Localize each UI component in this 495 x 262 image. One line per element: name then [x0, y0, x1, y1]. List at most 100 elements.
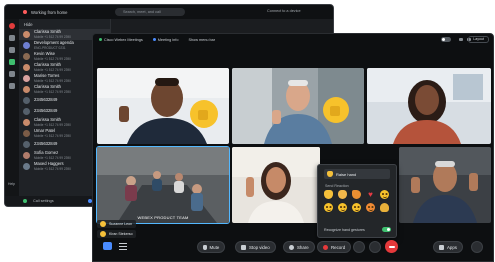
tile-4-illustration	[97, 147, 229, 223]
video-tile-older-man[interactable]	[232, 68, 364, 144]
avatar	[23, 42, 30, 49]
app-name: Cisco Webex Meetings	[104, 37, 143, 42]
contact-subtitle: Mobile +1 512 74 99 2390	[34, 133, 71, 138]
video-tile-conference-room[interactable]: WEBEX PRODUCT TEAM	[96, 146, 230, 224]
app-name-item: Cisco Webex Meetings	[99, 38, 143, 42]
tile-3-illustration	[367, 68, 491, 144]
share-label: Share	[297, 244, 309, 250]
party-icon[interactable]	[352, 190, 361, 199]
notification-icon[interactable]	[9, 23, 15, 29]
reaction-grid: ♥	[324, 190, 391, 212]
send-reaction-title: Send Reaction	[325, 184, 349, 188]
avatar	[23, 64, 30, 71]
list-header: Hide	[19, 19, 110, 29]
reactions-button[interactable]	[353, 241, 365, 253]
feed-name: Suzanne Leon	[109, 222, 133, 226]
contact-text: 2345632849	[34, 109, 57, 114]
teams-icon[interactable]	[9, 47, 15, 53]
tile-1-illustration	[97, 68, 229, 144]
layout-button[interactable]: Layout	[468, 36, 489, 43]
call-settings-link[interactable]: Call settings	[33, 199, 54, 203]
contact-text: Kevin Wise Mobile +1 512 74 99 2390	[34, 51, 71, 61]
share-button[interactable]: Share	[283, 241, 315, 253]
contact-text: Marise Torres Mobile +1 512 74 99 2390	[34, 73, 71, 83]
apps-button[interactable]: Apps	[433, 241, 464, 253]
wow-icon[interactable]	[324, 203, 333, 212]
avatar	[23, 97, 30, 104]
calling-icon[interactable]	[9, 59, 15, 65]
nav-rail: Help	[5, 19, 19, 206]
reactions-popover: Raise hand Send Reaction ♥ Recognize han…	[317, 164, 397, 238]
mute-button[interactable]: Mute	[197, 241, 226, 253]
show-menu-bar-button[interactable]: Show menu bar	[188, 38, 215, 42]
heart-icon[interactable]: ♥	[366, 190, 375, 199]
video-tile-smiling-woman[interactable]	[367, 68, 491, 144]
contact-name: 2345632849	[34, 97, 58, 103]
call-settings-icon	[23, 199, 27, 203]
meetings-icon[interactable]	[9, 71, 15, 77]
end-call-button[interactable]	[385, 240, 398, 253]
overflow-button[interactable]	[471, 241, 483, 253]
help-label[interactable]: Help	[8, 182, 15, 186]
contact-text: Clarissa Smith Mobile +1 512 74 99 2390	[34, 117, 71, 127]
record-label: Record	[331, 244, 346, 250]
contact-text: Clarissa Smith Mobile +1 512 74 99 2390	[34, 62, 71, 72]
contact-text: 2345632849	[34, 98, 57, 103]
mute-label: Mute	[209, 244, 220, 250]
apps-label: Apps	[447, 244, 458, 250]
messaging-icon[interactable]	[9, 35, 15, 41]
status-dot-icon	[23, 10, 27, 14]
feed-item: Suzanne Leon	[97, 220, 136, 228]
thumbs-up-icon[interactable]	[324, 190, 333, 199]
webex-logo-icon	[99, 38, 102, 41]
smile-icon[interactable]	[380, 190, 389, 199]
toggle-switch[interactable]	[441, 37, 451, 42]
stop-video-button[interactable]: Stop video	[235, 241, 276, 253]
tile-6-illustration	[399, 147, 491, 223]
connect-device-button[interactable]: Connect to a device	[267, 9, 301, 13]
video-tile-woman-waving[interactable]	[232, 147, 320, 223]
tile-2-illustration	[232, 68, 364, 144]
chat-icon[interactable]	[103, 242, 112, 250]
contact-subtitle: Mobile +1 512 74 99 2390	[34, 122, 71, 127]
record-button[interactable]: Record	[317, 241, 352, 253]
search-input[interactable]: Search, meet, and call	[115, 8, 185, 16]
meeting-info-label: Meeting info	[157, 37, 179, 42]
meeting-window: Cisco Webex Meetings Meeting info Show m…	[92, 33, 494, 262]
contact-text: Sofia Gomez Mobile +1 512 74 99 2390	[34, 150, 71, 160]
tile-5-illustration	[232, 147, 320, 223]
contact-subtitle: Mobile +1 512 74 99 2390	[34, 155, 71, 160]
participants-icon[interactable]	[119, 243, 127, 250]
meeting-titlebar: Cisco Webex Meetings Meeting info Show m…	[93, 34, 493, 45]
angry-icon[interactable]	[366, 203, 375, 212]
list-header-label[interactable]: Hide	[24, 22, 33, 27]
thumbs-down-icon[interactable]	[380, 203, 389, 212]
video-tile-thumbs-up-man[interactable]	[97, 68, 229, 144]
status-text[interactable]: Working from home	[31, 10, 67, 15]
more-options-button[interactable]	[369, 241, 381, 253]
avatar	[23, 141, 30, 148]
contact-text: Maxed Haggers Mobile +1 512 74 99 2390	[34, 161, 71, 171]
meeting-info-button[interactable]: Meeting info	[152, 37, 179, 42]
record-icon	[323, 244, 328, 250]
sad-icon[interactable]	[352, 203, 361, 212]
desktop-stage: Working from home Search, meet, and call…	[0, 0, 495, 262]
contact-subtitle: Mobile +1 512 74 99 2390	[34, 78, 71, 83]
clap-icon[interactable]	[338, 190, 347, 199]
thumbs-up-icon	[100, 221, 106, 227]
gesture-label: Recognize hand gestures	[324, 227, 365, 232]
laugh-icon[interactable]	[338, 203, 347, 212]
avatar	[23, 130, 30, 137]
camera-icon	[241, 244, 246, 250]
video-tile-man-waving[interactable]	[399, 147, 491, 223]
avatar	[23, 152, 30, 159]
avatar	[23, 53, 30, 60]
raise-hand-button[interactable]: Raise hand	[324, 169, 390, 179]
gesture-toggle[interactable]	[382, 227, 391, 232]
contact-text: Development agenda ENG-PRODUCT 0231	[34, 40, 74, 50]
contacts-icon[interactable]	[9, 83, 15, 89]
minimize-icon[interactable]	[459, 38, 463, 41]
microphone-icon	[203, 244, 207, 250]
apps-icon	[439, 244, 444, 250]
avatar	[23, 119, 30, 126]
